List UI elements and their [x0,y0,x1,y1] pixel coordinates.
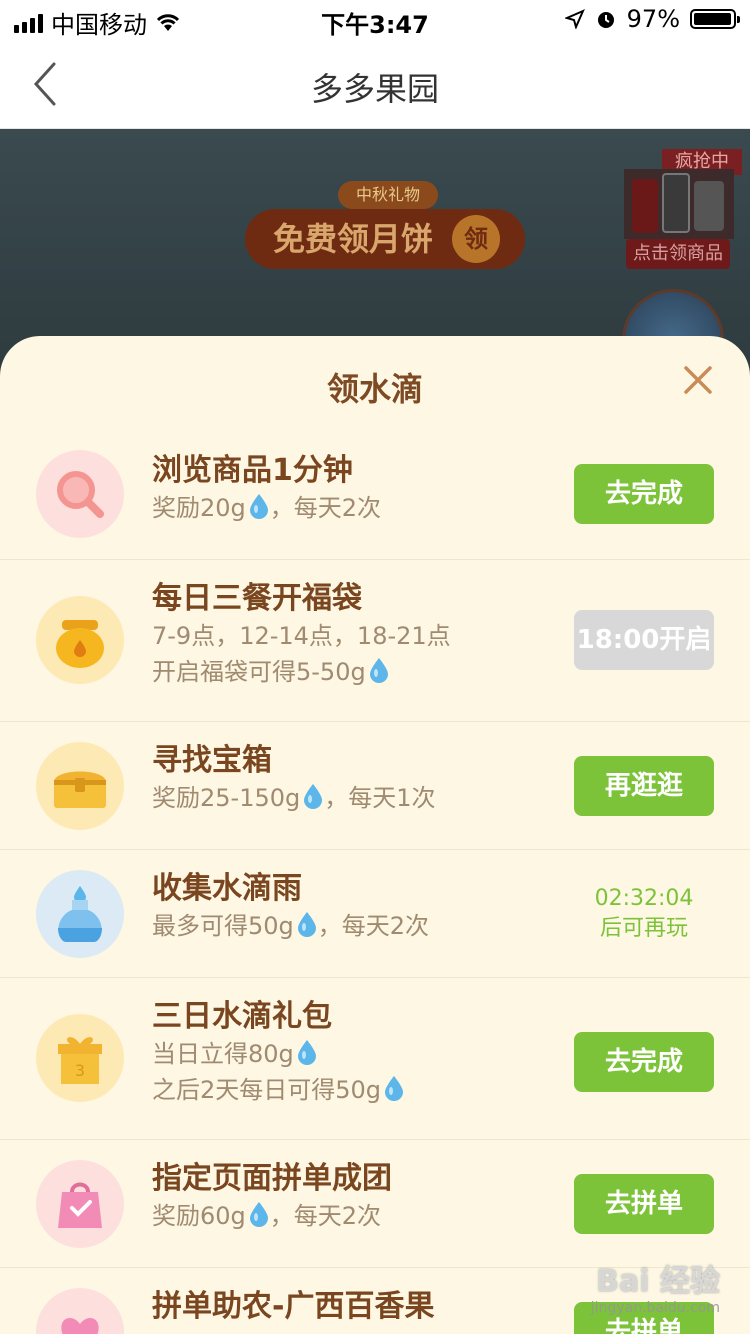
countdown-timer: 02:32:04 [594,886,694,911]
water-drop-sheet: 领水滴 浏览商品1分钟 奖励20g ，每天2次 去完成 每日三餐开福袋 7-9点… [0,336,750,1334]
reward-text: 最多可得50g [152,912,294,940]
frequency-text: ，每天2次 [269,1202,382,1230]
task-desc-2: 之后2天每日可得50g [152,1072,405,1108]
task-title: 三日水滴礼包 [152,999,332,1034]
task-list: 浏览商品1分钟 奖励20g ，每天2次 去完成 每日三餐开福袋 7-9点，12-… [0,428,750,1334]
reward-text: 奖励20g [152,494,246,522]
water-drop-icon [369,658,388,683]
battery-icon [690,9,740,29]
task-group-buy: 指定页面拼单成团 奖励60g ，每天2次 去拼单 [0,1140,750,1268]
water-drop-icon [385,1076,404,1101]
reward-text: 奖励25-150g [152,784,301,812]
task-title: 收集水滴雨 [152,871,302,906]
banner-badge: 领 [452,215,500,263]
watermark: Bai 经验 jingyan.baidu.com [550,1256,720,1320]
task-gift-pack: 3 三日水滴礼包 当日立得80g 之后2天每日可得50g 去完成 [0,978,750,1140]
water-drop-icon [304,784,323,809]
battery-fill [694,13,731,25]
page: 中国移动 下午3:47 97% 多多果园 中秋礼物 免费领月饼 领 疯抢中 点击… [0,0,750,1334]
click-product-label: 点击领商品 [626,239,730,269]
reward-text: 奖励60g [152,1202,246,1230]
countdown-suffix: 后可再玩 [599,916,688,941]
product-image [624,169,734,239]
frequency-text: ，每天2次 [269,494,382,522]
task-water-rain: 收集水滴雨 最多可得50g ，每天2次 02:32:04 后可再玩 [0,850,750,978]
watermark-url: jingyan.baidu.com [590,1300,720,1316]
status-bar: 中国移动 下午3:47 97% [0,0,750,40]
browse-again-button[interactable]: 再逛逛 [574,756,714,816]
water-bottle-icon [36,870,124,958]
alarm-clock-icon [597,12,614,28]
frequency-text: ，每天1次 [324,784,436,812]
do-task-button[interactable]: 去完成 [574,464,714,524]
gift-box-icon: 3 [36,1014,124,1102]
reward-text: 之后2天每日可得50g [152,1076,382,1104]
watermark-logo: Bai 经验 [596,1264,720,1299]
task-browse: 浏览商品1分钟 奖励20g ，每天2次 去完成 [0,428,750,560]
sheet-title: 领水滴 [326,370,423,408]
frequency-text: ，每天2次 [317,912,430,940]
task-desc: 最多可得50g ，每天2次 [152,908,429,944]
task-title: 每日三餐开福袋 [152,581,362,616]
heart-icon [36,1288,124,1334]
lucky-bag-icon [36,596,124,684]
task-title: 浏览商品1分钟 [152,453,353,488]
shopping-bag-icon [36,1160,124,1248]
water-drop-icon [297,912,316,937]
task-desc: 奖励25-150g ，每天1次 [152,780,436,816]
task-desc-2: 开启福袋可得5-50g [152,654,451,690]
do-task-button[interactable]: 去完成 [574,1032,714,1092]
battery-percent: 97% [626,5,680,33]
task-treasure: 寻找宝箱 奖励25-150g ，每天1次 再逛逛 [0,722,750,850]
nav-bar: 多多果园 [0,40,750,129]
task-title: 寻找宝箱 [152,743,272,778]
task-title: 指定页面拼单成团 [152,1161,392,1196]
location-arrow-icon [564,9,585,29]
banner-subtitle: 中秋礼物 [338,181,438,209]
svg-text:3: 3 [75,1061,85,1080]
magnifier-icon [36,450,124,538]
task-title: 拼单助农-广西百香果 [152,1289,435,1324]
task-desc: 7-9点，12-14点，18-21点 [152,622,451,650]
treasure-chest-icon [36,742,124,830]
task-desc: 奖励20g ，每天2次 [152,490,381,526]
status-right: 97% [564,5,740,33]
group-buy-button[interactable]: 去拼单 [574,1174,714,1234]
reward-text: 开启福袋可得5-50g [152,658,366,686]
water-drop-icon [249,1202,268,1227]
task-desc: 奖励60g ，每天2次 [152,1198,392,1234]
water-drop-icon [249,494,268,519]
task-desc: 当日立得80g [152,1036,405,1072]
page-title: 多多果园 [310,70,439,108]
task-lucky-bag: 每日三餐开福袋 7-9点，12-14点，18-21点 开启福袋可得5-50g 1… [0,560,750,722]
close-icon[interactable] [680,362,716,398]
water-drop-icon [297,1040,316,1065]
reward-text: 当日立得80g [152,1040,294,1068]
open-at-button[interactable]: 18:00开启 [574,610,714,670]
